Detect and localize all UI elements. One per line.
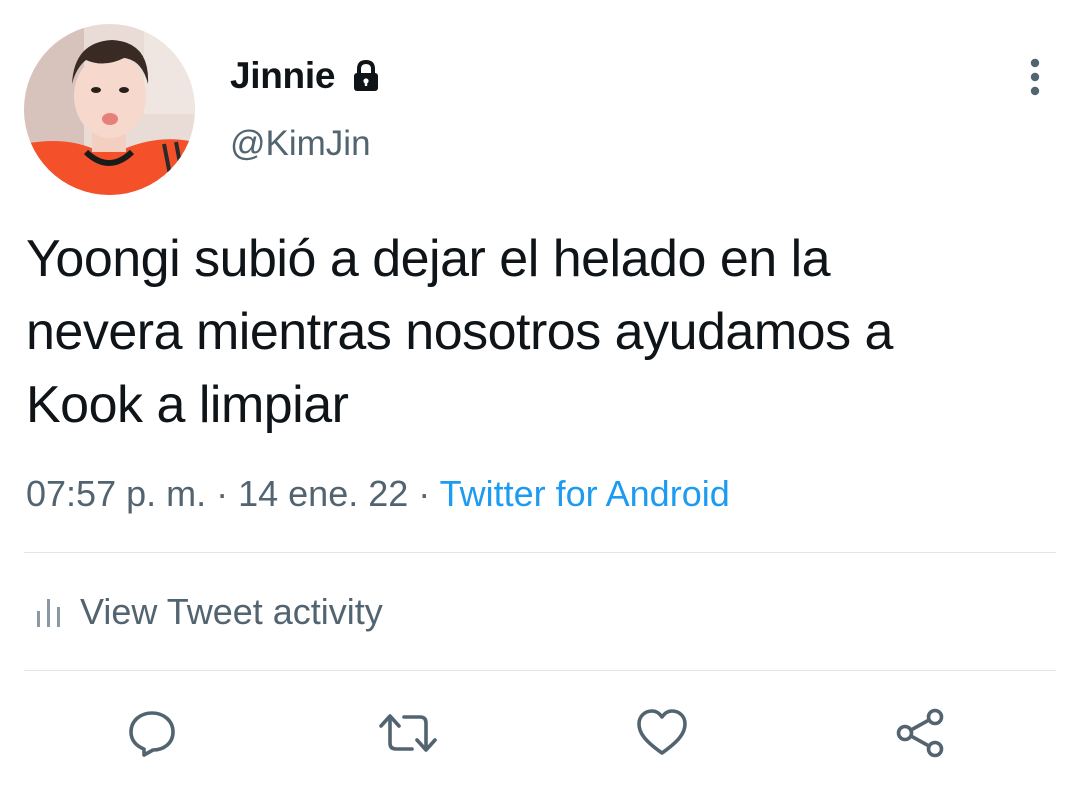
avatar[interactable] (24, 24, 195, 195)
more-vertical-icon (1030, 58, 1040, 96)
reply-button[interactable] (122, 704, 182, 762)
heart-icon (637, 709, 687, 755)
more-options-button[interactable] (1010, 52, 1060, 102)
retweet-icon (379, 714, 437, 752)
reply-icon (129, 711, 175, 757)
divider (24, 552, 1056, 553)
user-name-row[interactable]: Jinnie (230, 52, 383, 100)
divider (24, 670, 1056, 671)
display-name: Jinnie (230, 55, 336, 96)
like-button[interactable] (632, 704, 692, 762)
user-handle[interactable]: @KimJin (230, 124, 371, 164)
retweet-button[interactable] (378, 704, 438, 762)
tweet-meta: 07:57 p. m. · 14 ene. 22 · Twitter for A… (26, 473, 730, 515)
tweet-date[interactable]: 14 ene. 22 (238, 473, 408, 514)
meta-separator: · (408, 473, 440, 514)
profile-photo-avatar (24, 24, 195, 195)
tweet-text: Yoongi subió a dejar el helado en la nev… (26, 230, 893, 434)
share-icon (896, 708, 944, 758)
bar-chart-icon (37, 599, 60, 627)
view-tweet-activity-label: View Tweet activity (80, 591, 383, 632)
meta-separator: · (206, 473, 239, 514)
tweet-time[interactable]: 07:57 p. m. (26, 473, 206, 514)
share-button[interactable] (890, 704, 950, 762)
tweet-source-link[interactable]: Twitter for Android (440, 473, 730, 514)
lock-icon (349, 59, 383, 93)
view-tweet-activity-button[interactable]: View Tweet activity (34, 586, 383, 638)
tweet-action-bar (0, 700, 1080, 766)
